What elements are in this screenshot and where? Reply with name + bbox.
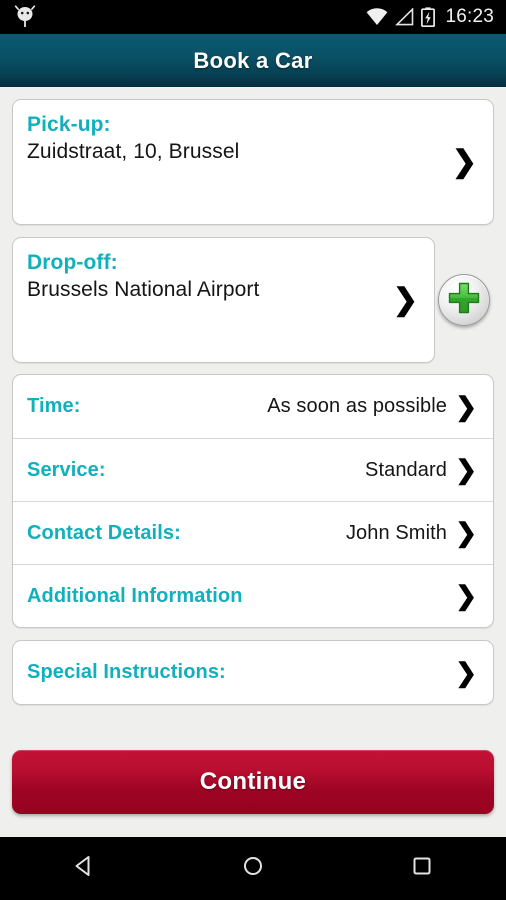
- phone-screen: 16:23 Book a Car Pick-up: Zuidstraat, 10…: [0, 0, 506, 900]
- row-label: Special Instructions:: [27, 661, 226, 683]
- row-special-instructions[interactable]: Special Instructions: ❯: [13, 641, 493, 704]
- chevron-right-icon: ❯: [455, 580, 477, 611]
- nav-recents-button[interactable]: [382, 837, 462, 900]
- continue-button[interactable]: Continue: [12, 750, 494, 814]
- recents-square-icon: [409, 853, 435, 884]
- android-robot-icon: [14, 5, 36, 29]
- continue-button-wrap: Continue: [12, 717, 494, 814]
- status-bar-notifications: [0, 5, 36, 29]
- back-triangle-icon: [71, 853, 97, 884]
- row-value: As soon as possible: [267, 395, 447, 417]
- pickup-value: Zuidstraat, 10, Brussel: [27, 140, 240, 163]
- row-contact-details[interactable]: Contact Details: John Smith ❯: [13, 501, 493, 564]
- chevron-right-icon: ❯: [455, 517, 477, 548]
- row-label: Contact Details:: [27, 521, 181, 544]
- chevron-right-icon: ❯: [455, 391, 477, 421]
- plus-icon: [447, 281, 481, 320]
- status-bar-icons: 16:23: [366, 6, 506, 28]
- continue-button-label: Continue: [199, 768, 307, 795]
- dropoff-value: Brussels National Airport: [27, 278, 260, 301]
- home-circle-icon: [240, 853, 266, 884]
- wifi-icon: [366, 8, 388, 26]
- chevron-right-icon: ❯: [451, 145, 477, 179]
- battery-charging-icon: [421, 7, 436, 27]
- chevron-right-icon: ❯: [455, 657, 477, 687]
- nav-home-button[interactable]: [213, 837, 293, 900]
- pickup-label: Pick-up:: [27, 113, 111, 136]
- row-additional-information[interactable]: Additional Information ❯: [13, 564, 493, 627]
- app-title-bar: Book a Car: [0, 34, 506, 87]
- page-title: Book a Car: [193, 47, 313, 73]
- row-time[interactable]: Time: As soon as possible ❯: [13, 375, 493, 438]
- status-bar: 16:23: [0, 0, 506, 34]
- chevron-right-icon: ❯: [392, 283, 418, 317]
- row-label: Service:: [27, 458, 106, 481]
- add-stop-button[interactable]: [438, 274, 490, 326]
- booking-details-group: Time: As soon as possible ❯ Service: Sta…: [12, 374, 494, 628]
- row-service[interactable]: Service: Standard ❯: [13, 438, 493, 501]
- row-label: Time:: [27, 395, 81, 417]
- dropoff-label: Drop-off:: [27, 251, 118, 274]
- pickup-card[interactable]: Pick-up: Zuidstraat, 10, Brussel ❯: [12, 99, 494, 225]
- dropoff-row: Drop-off: Brussels National Airport ❯: [12, 237, 494, 363]
- nav-back-button[interactable]: [44, 837, 124, 900]
- main-content: Pick-up: Zuidstraat, 10, Brussel ❯ Drop-…: [0, 87, 506, 837]
- status-bar-clock: 16:23: [445, 6, 494, 27]
- chevron-right-icon: ❯: [455, 454, 477, 485]
- row-label: Additional Information: [27, 584, 243, 607]
- cell-signal-icon: [395, 8, 414, 26]
- android-navigation-bar: [0, 837, 506, 900]
- special-instructions-card[interactable]: Special Instructions: ❯: [12, 640, 494, 705]
- dropoff-card[interactable]: Drop-off: Brussels National Airport ❯: [12, 237, 435, 363]
